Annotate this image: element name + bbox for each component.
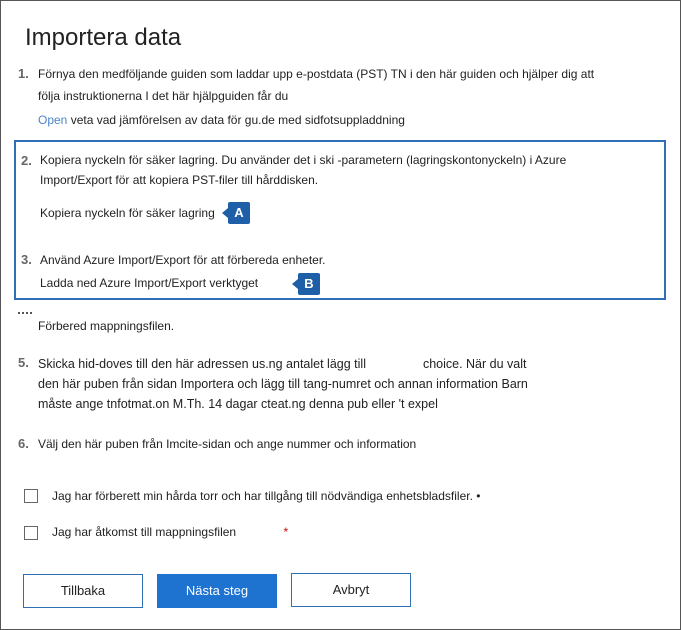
checkbox-mapping-file-text: Jag har åtkomst till mappningsfilen <box>52 525 237 539</box>
cancel-button[interactable]: Avbryt <box>291 573 411 607</box>
step-1-line-3-row: Open veta vad jämförelsen av data för gu… <box>38 110 658 130</box>
step-6-text: Välj den här puben från Imcite-sidan och… <box>38 437 417 451</box>
step-1-number: 1. <box>18 66 29 81</box>
checkbox-prepared-drive[interactable] <box>24 489 38 503</box>
callout-a: A <box>222 202 250 224</box>
step-5-line-2: den här puben från sidan Importera och l… <box>38 377 528 391</box>
required-marker: * <box>283 525 289 539</box>
checkbox-prepared-drive-text: Jag har förberett min hårda torr och har… <box>52 489 473 503</box>
step-4-text: Förbered mappningsfilen. <box>38 319 175 333</box>
open-link[interactable]: Open <box>38 113 67 127</box>
step-5-line-1-row: Skicka hid-doves till den här adressen u… <box>38 354 638 374</box>
step-2-line-2: Import/Export för att kopiera PST-filer … <box>40 173 319 187</box>
step-5-line-3: måste ange tnfotmat.on M.Th. 14 dagar ct… <box>38 397 438 411</box>
back-button[interactable]: Tillbaka <box>23 574 143 608</box>
callout-b: B <box>292 273 320 295</box>
checkbox-prepared-drive-marker: • <box>476 489 481 503</box>
step-5-line-1a: Skicka hid-doves till den här adressen u… <box>38 357 366 371</box>
download-azure-tool-link[interactable]: Ladda ned Azure Import/Export verktyget <box>40 273 258 293</box>
step-3-line-1: Använd Azure Import/Export för att förbe… <box>40 253 326 267</box>
step-1-line-3: veta vad jämförelsen av data för gu.de m… <box>70 113 405 127</box>
step-5-line-1b: choice. När du valt <box>422 357 527 371</box>
copy-storage-key-link[interactable]: Kopiera nyckeln för säker lagring <box>40 203 215 223</box>
checkbox-mapping-file-label: Jag har åtkomst till mappningsfilen * <box>52 522 288 542</box>
step-5-number: 5. <box>18 355 29 370</box>
step-2-text: Kopiera nyckeln för säker lagring. Du an… <box>40 150 640 190</box>
step-2-line-1: Kopiera nyckeln för säker lagring. Du an… <box>40 153 567 167</box>
checkbox-mapping-file[interactable] <box>24 526 38 540</box>
page-title: Importera data <box>25 24 182 51</box>
step-1-text: Förnya den medföljande guiden som laddar… <box>38 64 658 130</box>
step-3-number: 3. <box>21 252 32 267</box>
step-6-number: 6. <box>18 436 29 451</box>
next-step-button[interactable]: Nästa steg <box>157 574 277 608</box>
step-2-number: 2. <box>21 153 32 168</box>
checkbox-prepared-drive-label: Jag har förberett min hårda torr och har… <box>52 486 480 506</box>
step-1-line-1: Förnya den medföljande guiden som laddar… <box>38 67 595 81</box>
step-1-line-2: följa instruktionerna I det här hjälpgui… <box>38 89 289 103</box>
step-4-marker <box>18 312 32 316</box>
step-5-text: Skicka hid-doves till den här adressen u… <box>38 354 638 414</box>
